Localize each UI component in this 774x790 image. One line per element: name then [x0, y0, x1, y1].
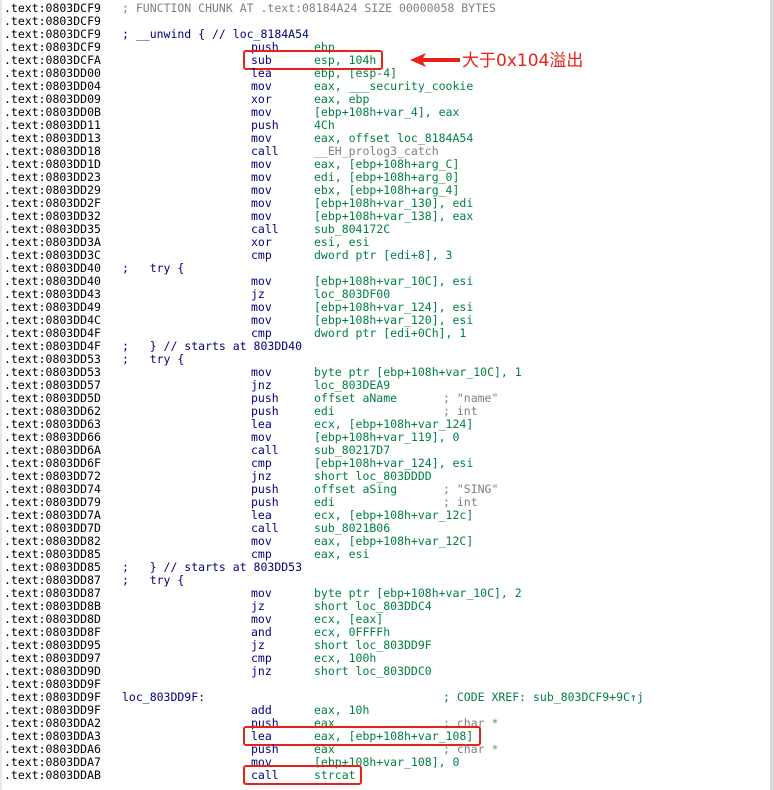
listing-line[interactable]: .text:0803DD95 jz short loc_803DD9F [0, 639, 774, 652]
line-comment: ; CODE XREF: sub_803DCF9+9C↑j [443, 690, 644, 704]
listing-line[interactable]: .text:0803DD9F [0, 678, 774, 691]
listing-line[interactable]: .text:0803DDAB call strcat [0, 769, 774, 782]
listing-line[interactable]: .text:0803DCF9; __unwind { // loc_8184A5… [0, 28, 774, 41]
line-label[interactable]: ; try { [122, 262, 184, 275]
line-mnemonic: cmp [251, 248, 272, 262]
listing-line[interactable]: .text:0803DD04 mov eax, ___security_cookie [0, 80, 774, 93]
line-comment: ; FUNCTION CHUNK AT .text:08184A24 SIZE … [122, 1, 496, 15]
listing-line[interactable]: .text:0803DD8B jz short loc_803DDC4 [0, 600, 774, 613]
listing-line[interactable]: .text:0803DD9F loc_803DD9F:; CODE XREF: s… [0, 691, 774, 704]
line-mnemonic: jnz [251, 664, 272, 678]
listing-line[interactable]: .text:0803DCF9 [0, 15, 774, 28]
line-label[interactable]: ; try { [122, 574, 184, 587]
line-operand[interactable]: eax, esi [314, 548, 369, 561]
line-address: .text:0803DDAB [4, 768, 101, 782]
highlight-box [243, 765, 362, 785]
listing-line[interactable]: .text:0803DCF9 push ebp [0, 41, 774, 54]
line-label[interactable]: ; __unwind { // loc_8184A54 [122, 28, 309, 41]
line-operand[interactable]: dword ptr [edi+8], 3 [314, 249, 452, 262]
listing-line[interactable]: .text:0803DD35 call sub_804172C [0, 223, 774, 236]
listing-line[interactable]: .text:0803DD9D jnz short loc_803DDC0 [0, 665, 774, 678]
listing-line[interactable]: .text:0803DD74 push offset aSing; "SING" [0, 483, 774, 496]
listing-line[interactable]: .text:0803DD4F; } // starts at 803DD40 [0, 340, 774, 353]
listing-line[interactable]: .text:0803DD5D push offset aName; "name" [0, 392, 774, 405]
line-operand[interactable]: short loc_803DDC0 [314, 665, 432, 678]
disassembly-listing[interactable]: .text:0803DCF9; FUNCTION CHUNK AT .text:… [0, 0, 774, 790]
listing-line[interactable]: .text:0803DCF9; FUNCTION CHUNK AT .text:… [0, 2, 774, 15]
listing-line[interactable]: .text:0803DD9F add eax, 10h [0, 704, 774, 717]
listing-line[interactable]: .text:0803DD82 mov eax, [ebp+108h+var_12C] [0, 535, 774, 548]
listing-line[interactable]: .text:0803DD85; } // starts at 803DD53 [0, 561, 774, 574]
line-operand[interactable]: [ebp+108h+var_4], eax [314, 106, 459, 119]
listing-line[interactable]: .text:0803DD85 cmp eax, esi [0, 548, 774, 561]
vertical-scrollbar[interactable] [770, 0, 774, 790]
listing-line[interactable]: .text:0803DDA7 mov [ebp+108h+var_108], 0 [0, 756, 774, 769]
line-operand[interactable]: dword ptr [edi+0Ch], 1 [314, 327, 466, 340]
listing-line[interactable]: .text:0803DD0B mov [ebp+108h+var_4], eax [0, 106, 774, 119]
line-label[interactable]: ; try { [122, 353, 184, 366]
overflow-annotation: 大于0x104溢出 [462, 51, 584, 71]
listing-line[interactable]: .text:0803DD4F cmp dword ptr [edi+0Ch], 1 [0, 327, 774, 340]
arrow-left-icon [410, 53, 460, 67]
view-left-border [0, 0, 2, 790]
listing-line[interactable]: .text:0803DD3C cmp dword ptr [edi+8], 3 [0, 249, 774, 262]
line-label[interactable]: loc_803DD9F: [122, 691, 205, 704]
